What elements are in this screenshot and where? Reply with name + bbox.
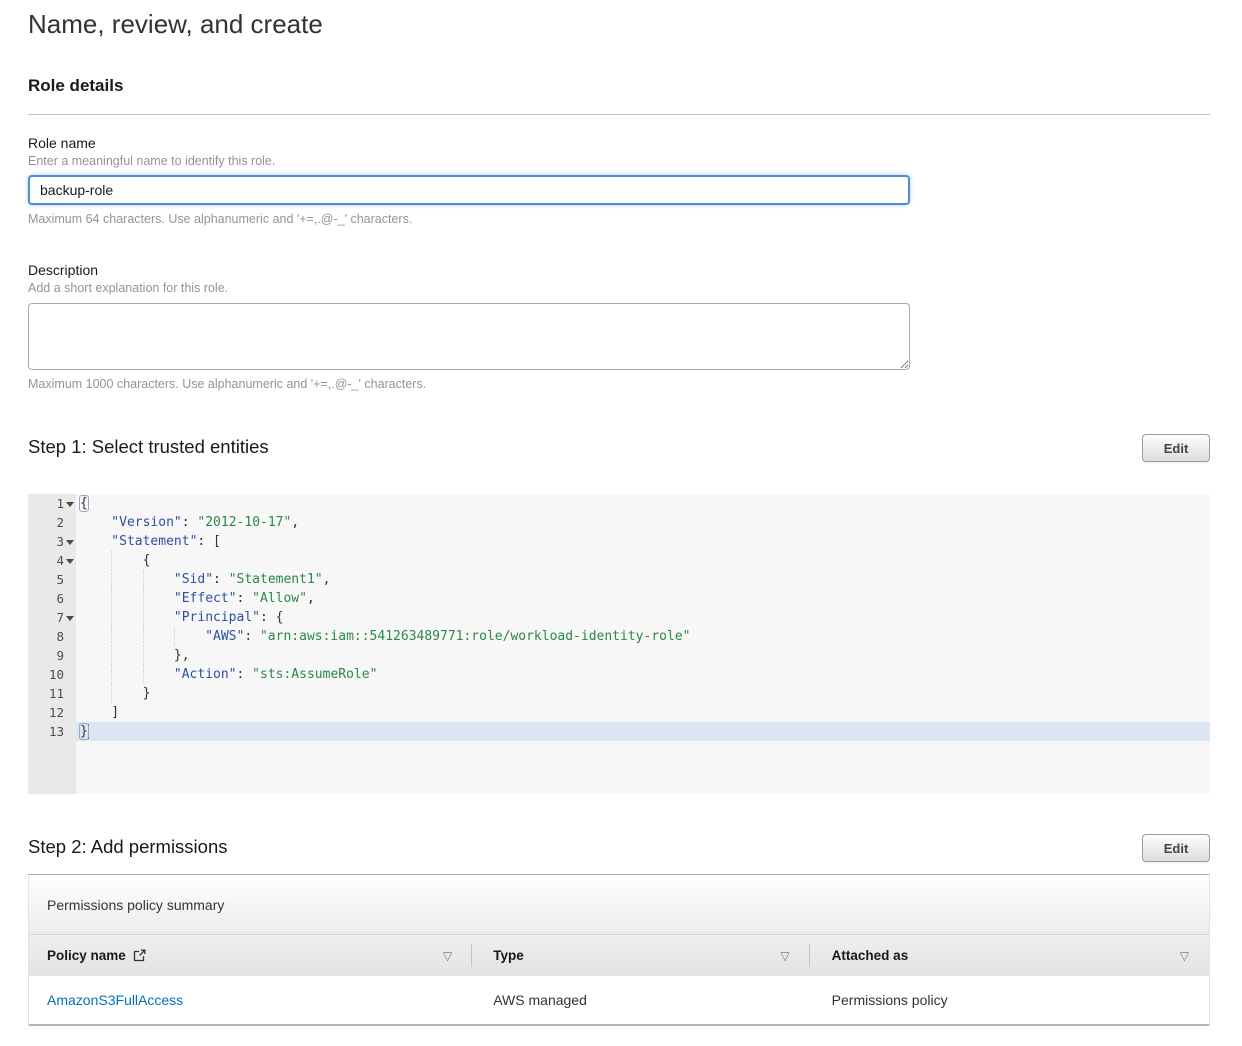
permissions-table-header: Policy name ▽ Type ▽ Attached as (29, 934, 1209, 976)
permissions-panel: Permissions policy summary Policy name ▽ (28, 874, 1210, 1026)
attached-as-header-label: Attached as (832, 948, 909, 963)
role-name-help: Enter a meaningful name to identify this… (28, 154, 1210, 168)
role-details-heading: Role details (28, 76, 1210, 96)
role-name-input[interactable] (28, 175, 910, 205)
external-link-icon (133, 949, 146, 962)
column-attached-as: Attached as ▽ (810, 935, 1209, 976)
description-field: Description Add a short explanation for … (28, 262, 1210, 391)
step2-header-row: Step 2: Add permissions Edit (28, 834, 1210, 862)
type-filter-icon[interactable]: ▽ (780, 949, 789, 963)
attached-as-cell: Permissions policy (810, 992, 1209, 1008)
policy-name-filter-icon[interactable]: ▽ (443, 949, 452, 963)
section-divider (28, 114, 1210, 115)
permissions-panel-title: Permissions policy summary (29, 875, 1209, 934)
description-label: Description (28, 262, 1210, 278)
type-header-label: Type (493, 948, 524, 963)
page-title: Name, review, and create (28, 9, 1210, 40)
attached-as-filter-icon[interactable]: ▽ (1180, 949, 1189, 963)
policy-name-link[interactable]: AmazonS3FullAccess (47, 992, 183, 1008)
policy-type-cell: AWS managed (472, 992, 809, 1008)
column-type: Type ▽ (472, 935, 809, 976)
description-help: Add a short explanation for this role. (28, 281, 1210, 295)
trust-policy-editor[interactable]: 12345678910111213 {"Version": "2012-10-1… (28, 494, 1210, 794)
policy-name-header-label: Policy name (47, 948, 126, 963)
page-content: Name, review, and create Role details Ro… (28, 9, 1210, 1026)
column-policy-name: Policy name ▽ (29, 935, 472, 976)
role-name-field: Role name Enter a meaningful name to ide… (28, 135, 1210, 226)
step2-heading: Step 2: Add permissions (28, 834, 228, 858)
role-name-label: Role name (28, 135, 1210, 151)
step2-edit-button[interactable]: Edit (1142, 834, 1210, 862)
description-textarea[interactable] (28, 303, 910, 370)
role-name-hint: Maximum 64 characters. Use alphanumeric … (28, 212, 1210, 226)
step1-header-row: Step 1: Select trusted entities Edit (28, 434, 1210, 462)
editor-gutter: 12345678910111213 (28, 494, 76, 794)
description-hint: Maximum 1000 characters. Use alphanumeri… (28, 377, 1210, 391)
table-row: AmazonS3FullAccess AWS managed Permissio… (29, 976, 1209, 1026)
step1-edit-button[interactable]: Edit (1142, 434, 1210, 462)
editor-code[interactable]: {"Version": "2012-10-17","Statement": [{… (76, 494, 1210, 794)
step1-heading: Step 1: Select trusted entities (28, 434, 269, 458)
